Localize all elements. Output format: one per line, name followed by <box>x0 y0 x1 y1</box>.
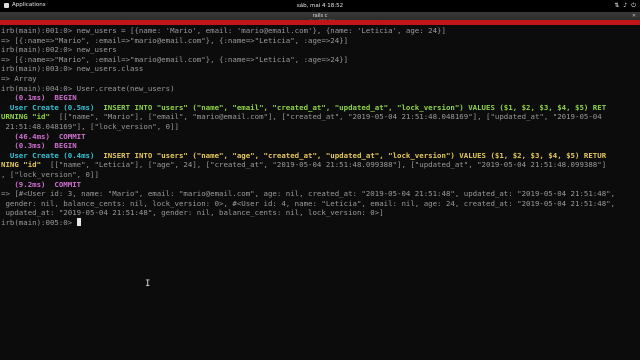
terminal-text-segment: (0.1ms) <box>1 93 55 103</box>
close-icon[interactable]: ✕ <box>631 13 637 19</box>
terminal-text-segment: => [{:name=>"Mario", :email=>"mario@emai… <box>1 35 349 45</box>
terminal-text-segment: irb(main):004:0> User.create(new_users) <box>1 83 175 93</box>
terminal-line: User Create (0.5ms) INSERT INTO "users" … <box>0 103 640 113</box>
terminal-text-segment: [["name", "Mario"], ["email", "mario@ema… <box>49 112 602 122</box>
terminal-line: URNING "id" [["name", "Mario"], ["email"… <box>0 112 640 122</box>
terminal-text-segment: irb(main):003:0> new_users.class <box>1 64 144 74</box>
terminal-text-segment: COMMIT <box>58 131 86 141</box>
terminal-line: irb(main):001:0> new_users = [{name: 'Ma… <box>0 26 640 36</box>
terminal-line: (0.3ms) BEGIN <box>0 141 640 151</box>
terminal-tab-indicator <box>0 20 640 25</box>
terminal-line: (9.2ms) COMMIT <box>0 180 640 190</box>
terminal-line: (0.1ms) BEGIN <box>0 93 640 103</box>
system-tray[interactable]: ⇅ ♪ ⏻ <box>614 2 636 9</box>
terminal-text-segment: => [{:name=>"Mario", :email=>"mario@emai… <box>1 54 349 64</box>
network-icon[interactable]: ⇅ <box>614 2 619 9</box>
terminal-text-segment: User Create (0.4ms) <box>1 150 104 160</box>
terminal-line: irb(main):005:0> <box>0 217 640 228</box>
terminal-text-segment: COMMIT <box>54 179 82 189</box>
terminal-text-segment: gender: nil, balance_cents: nil, lock_ve… <box>1 198 616 208</box>
terminal-line: => Array <box>0 74 640 84</box>
terminal-text-segment: => Array <box>1 73 37 83</box>
terminal-text-segment: irb(main):001:0> new_users = [{name: 'Ma… <box>1 26 446 35</box>
terminal-line: NING "id" [["name", "Leticia"], ["age", … <box>0 160 640 170</box>
terminal-line: irb(main):003:0> new_users.class <box>0 64 640 74</box>
terminal-text-segment: => [#<User id: 3, name: "Mario", email: … <box>1 189 616 199</box>
terminal-line: (46.4ms) COMMIT <box>0 132 640 142</box>
system-top-bar: Applications sáb, mai 4 18:52 ⇅ ♪ ⏻ <box>0 0 640 12</box>
terminal-line: updated_at: "2019-05-04 21:51:48", gende… <box>0 208 640 218</box>
terminal-line: irb(main):002:0> new_users <box>0 45 640 55</box>
terminal-text-segment: 21:51:48.048169"], ["lock_version", 0]] <box>1 121 179 131</box>
terminal-text-segment: [["name", "Leticia"], ["age", 24], ["cre… <box>41 160 607 170</box>
terminal-text-segment: (9.2ms) <box>1 179 55 189</box>
terminal-line: , ["lock_version", 0]] <box>0 170 640 180</box>
terminal-line: => [{:name=>"Mario", :email=>"mario@emai… <box>0 36 640 46</box>
terminal-line: 21:51:48.048169"], ["lock_version", 0]] <box>0 122 640 132</box>
terminal-output[interactable]: irb(main):001:0> new_users = [{name: 'Ma… <box>0 26 640 360</box>
terminal-text-segment: irb(main):005:0> <box>1 217 77 227</box>
terminal-text-segment: INSERT INTO "users" ("name", "age", "cre… <box>103 150 607 160</box>
terminal-line: => [#<User id: 3, name: "Mario", email: … <box>0 189 640 199</box>
terminal-text-segment: NING "id" <box>1 160 42 170</box>
mouse-ibeam-cursor-icon: I <box>145 279 151 289</box>
terminal-line: gender: nil, balance_cents: nil, lock_ve… <box>0 199 640 209</box>
power-icon[interactable]: ⏻ <box>631 2 636 9</box>
terminal-line: irb(main):004:0> User.create(new_users) <box>0 84 640 94</box>
terminal-text-segment: , ["lock_version", 0]] <box>1 169 99 179</box>
volume-icon[interactable]: ♪ <box>623 2 627 9</box>
terminal-text-segment: irb(main):002:0> new_users <box>1 45 117 55</box>
terminal-text-segment: (46.4ms) <box>1 131 59 141</box>
terminal-line: User Create (0.4ms) INSERT INTO "users" … <box>0 151 640 161</box>
terminal-text-segment: BEGIN <box>54 141 77 151</box>
window-title-bar[interactable]: rails c rails c 136x34 ✕ <box>0 12 640 24</box>
clock[interactable]: sáb, mai 4 18:52 <box>0 3 640 9</box>
terminal-text-segment: BEGIN <box>54 93 77 103</box>
terminal-text-segment: URNING "id" <box>1 112 50 122</box>
terminal-text-segment: (0.3ms) <box>1 141 55 151</box>
terminal-text-segment: INSERT INTO "users" ("name", "email", "c… <box>103 102 607 112</box>
terminal-line: => [{:name=>"Mario", :email=>"mario@emai… <box>0 55 640 65</box>
terminal-text-segment: User Create (0.5ms) <box>1 102 104 112</box>
terminal-text-segment: updated_at: "2019-05-04 21:51:48", gende… <box>1 208 384 218</box>
text-cursor <box>76 217 82 226</box>
